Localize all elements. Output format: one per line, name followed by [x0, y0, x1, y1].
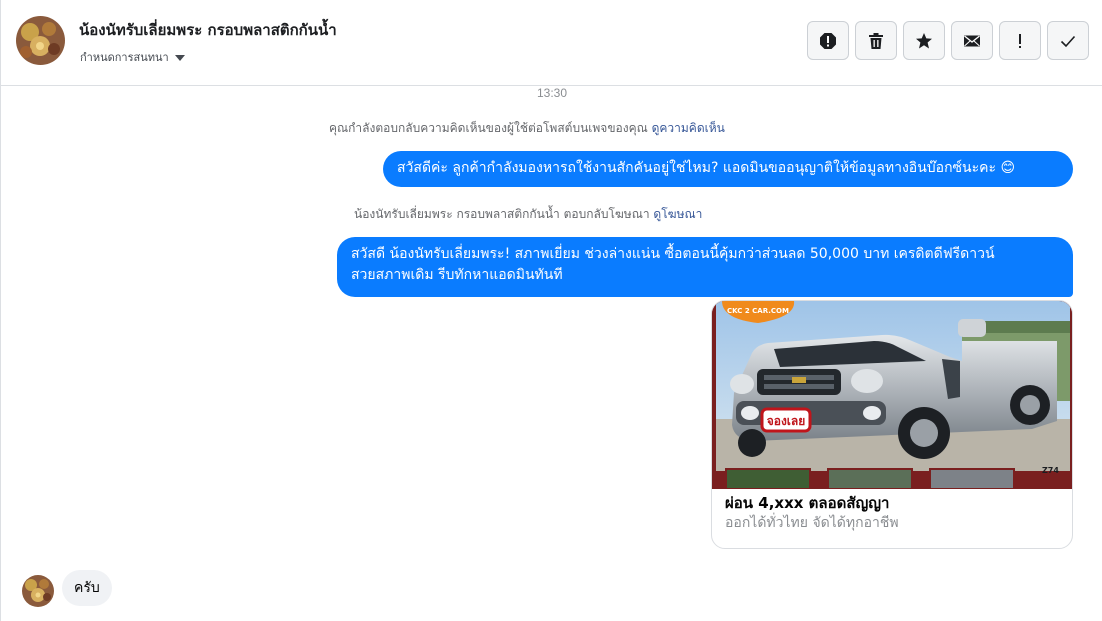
header-toolbar: [807, 21, 1089, 60]
report-spam-icon: [820, 32, 836, 49]
message-timestamp: 13:30: [536, 86, 568, 100]
outgoing-message-text-line: สวัสดี น้องนัทรับเลี่ยมพระ! สภาพเยี่ยม ช…: [351, 246, 995, 262]
incoming-message-text: ครับ: [74, 580, 100, 596]
mail-icon: [964, 34, 980, 46]
system-note-text: คุณกำลังตอบกลับความคิดเห็นของผู้ใช้ต่อโพ…: [329, 121, 648, 135]
conversation-status-dropdown[interactable]: กำหนดการสนทนา: [80, 48, 185, 66]
report-spam-button[interactable]: [807, 21, 849, 60]
inbox-frame: น้องนัทรับเลี่ยมพระ กรอบพลาสติกกันน้ำ กำ…: [0, 0, 1102, 621]
system-note-text: น้องนัทรับเลี่ยมพระ กรอบพลาสติกกันน้ำ ตอ…: [354, 207, 650, 221]
ad-car-image: CKC 2 CAR.COM จองเลย Z74: [712, 301, 1072, 489]
incoming-message-bubble: ครับ: [62, 570, 112, 606]
caret-down-icon: [174, 54, 185, 61]
outgoing-message-text-line: สวยสภาพเดิม รีบทักหาแอดมินทันที: [351, 267, 563, 283]
outgoing-message-text: สวัสดีค่ะ ลูกค้ากำลังมองหารถใช้งานสักคัน…: [397, 160, 1016, 176]
ad-logo-text: CKC 2 CAR.COM: [727, 307, 789, 315]
delete-button[interactable]: [855, 21, 897, 60]
star-icon: [916, 32, 932, 48]
ad-card-subtitle: ออกได้ทั่วไทย จัดได้ทุกอาชีพ: [725, 515, 899, 531]
contact-avatar[interactable]: [16, 16, 65, 65]
ad-plate-text: Z74: [1042, 466, 1059, 475]
contact-name: น้องนัทรับเลี่ยมพระ กรอบพลาสติกกันน้ำ: [79, 21, 337, 39]
trash-icon: [869, 32, 883, 49]
message-thread: 13:30 คุณกำลังตอบกลับความคิดเห็นของผู้ใช…: [1, 86, 1102, 621]
star-button[interactable]: [903, 21, 945, 60]
check-icon: [1060, 35, 1076, 47]
conversation-status-label: กำหนดการสนทนา: [80, 51, 169, 64]
system-note-ad: น้องนัทรับเลี่ยมพระ กรอบพลาสติกกันน้ำ ตอ…: [354, 205, 702, 224]
mark-important-button[interactable]: [999, 21, 1041, 60]
mark-done-button[interactable]: [1047, 21, 1089, 60]
important-icon: [1019, 33, 1021, 48]
system-note-comment: คุณกำลังตอบกลับความคิดเห็นของผู้ใช้ต่อโพ…: [329, 119, 725, 138]
ad-sticker-text: จองเลย: [767, 414, 806, 428]
view-ad-link[interactable]: ดูโฆษณา: [653, 207, 702, 221]
conversation-header: น้องนัทรับเลี่ยมพระ กรอบพลาสติกกันน้ำ กำ…: [1, 0, 1102, 86]
outgoing-ad-message-bubble: สวัสดี น้องนัทรับเลี่ยมพระ! สภาพเยี่ยม ช…: [337, 237, 1073, 297]
outgoing-message-bubble: สวัสดีค่ะ ลูกค้ากำลังมองหารถใช้งานสักคัน…: [383, 151, 1073, 187]
mark-unread-button[interactable]: [951, 21, 993, 60]
contact-avatar-small: [22, 575, 54, 607]
view-comment-link[interactable]: ดูความคิดเห็น: [652, 121, 725, 135]
ad-attachment-card[interactable]: CKC 2 CAR.COM จองเลย Z74 ผ่อน 4,xxx ตลอด…: [711, 300, 1073, 549]
